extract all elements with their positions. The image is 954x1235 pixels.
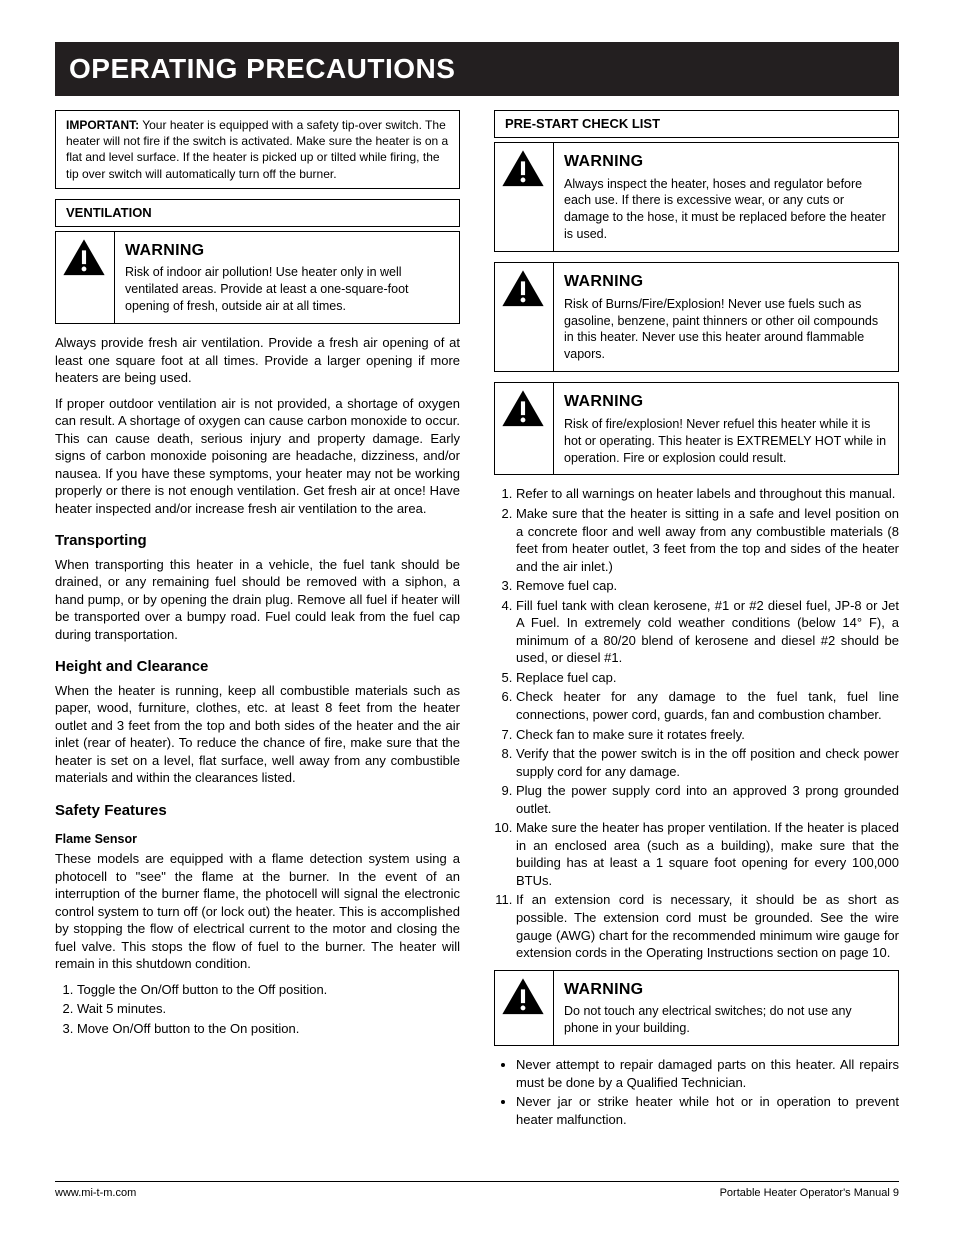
warning-body: Risk of indoor air pollution! Use heater… xyxy=(125,265,409,313)
warning-body: Always inspect the heater, hoses and reg… xyxy=(564,177,886,242)
prestart-warning-1: WARNING Always inspect the heater, hoses… xyxy=(494,142,899,252)
alert-icon xyxy=(501,977,545,1016)
prestart-warning-3: WARNING Risk of fire/explosion! Never re… xyxy=(494,382,899,475)
alert-icon xyxy=(501,389,545,428)
height-heading: Height and Clearance xyxy=(55,657,460,677)
step-item: Check fan to make sure it rotates freely… xyxy=(516,726,899,744)
warning-body: Risk of Burns/Fire/Explosion! Never use … xyxy=(564,297,878,362)
flame-steps: Toggle the On/Off button to the Off posi… xyxy=(55,981,460,1038)
bullet-item: Never attempt to repair damaged parts on… xyxy=(516,1056,899,1091)
alert-cell xyxy=(495,263,554,372)
step-item: Check heater for any damage to the fuel … xyxy=(516,688,899,723)
step-item: Refer to all warnings on heater labels a… xyxy=(516,485,899,503)
step-item: Make sure the heater has proper ventilat… xyxy=(516,819,899,889)
warning-text-cell: WARNING Do not touch any electrical swit… xyxy=(554,970,899,1045)
flame-body: These models are equipped with a flame d… xyxy=(55,850,460,973)
warning-head: WARNING xyxy=(125,240,449,262)
alert-icon xyxy=(501,269,545,308)
prestart-warning-4: WARNING Do not touch any electrical swit… xyxy=(494,970,899,1046)
safety-heading: Safety Features xyxy=(55,801,460,821)
prestart-warning-2: WARNING Risk of Burns/Fire/Explosion! Ne… xyxy=(494,262,899,372)
footer-page: Portable Heater Operator's Manual 9 xyxy=(720,1186,899,1201)
footer-url: www.mi-t-m.com xyxy=(55,1186,136,1201)
warning-head: WARNING xyxy=(564,151,888,173)
warning-head: WARNING xyxy=(564,271,888,293)
step-item: Move On/Off button to the On position. xyxy=(77,1020,460,1038)
ventilation-p1: Always provide fresh air ventilation. Pr… xyxy=(55,334,460,387)
step-item: Verify that the power switch is in the o… xyxy=(516,745,899,780)
step-item: Plug the power supply cord into an appro… xyxy=(516,782,899,817)
alert-icon xyxy=(501,149,545,188)
ventilation-warning: WARNING Risk of indoor air pollution! Us… xyxy=(55,231,460,324)
warning-text-cell: WARNING Risk of Burns/Fire/Explosion! Ne… xyxy=(554,263,899,372)
section-banner: OPERATING PRECAUTIONS xyxy=(55,42,899,96)
notice-important: IMPORTANT: Your heater is equipped with … xyxy=(55,110,460,189)
step-item: Replace fuel cap. xyxy=(516,669,899,687)
transport-body: When transporting this heater in a vehic… xyxy=(55,556,460,644)
warning-text-cell: WARNING Always inspect the heater, hoses… xyxy=(554,143,899,252)
warning-head: WARNING xyxy=(564,979,888,1001)
prestart-title: PRE-START CHECK LIST xyxy=(494,110,899,138)
alert-cell xyxy=(495,970,554,1045)
warning-body: Risk of fire/explosion! Never refuel thi… xyxy=(564,417,886,465)
step-item: Remove fuel cap. xyxy=(516,577,899,595)
step-item: If an extension cord is necessary, it sh… xyxy=(516,891,899,961)
warning-text-cell: WARNING Risk of indoor air pollution! Us… xyxy=(115,231,460,323)
height-body: When the heater is running, keep all com… xyxy=(55,682,460,787)
repair-bullets: Never attempt to repair damaged parts on… xyxy=(494,1056,899,1128)
prestart-steps: Refer to all warnings on heater labels a… xyxy=(494,485,899,961)
warning-body: Do not touch any electrical switches; do… xyxy=(564,1004,852,1035)
transport-heading: Transporting xyxy=(55,531,460,551)
ventilation-p2: If proper outdoor ventilation air is not… xyxy=(55,395,460,518)
left-column: IMPORTANT: Your heater is equipped with … xyxy=(55,110,460,1138)
flame-heading: Flame Sensor xyxy=(55,831,460,848)
alert-cell xyxy=(495,143,554,252)
alert-cell xyxy=(56,231,115,323)
alert-cell xyxy=(495,383,554,475)
bullet-item: Never jar or strike heater while hot or … xyxy=(516,1093,899,1128)
ventilation-title: VENTILATION xyxy=(55,199,460,227)
step-item: Wait 5 minutes. xyxy=(77,1000,460,1018)
page-footer: www.mi-t-m.com Portable Heater Operator'… xyxy=(55,1181,899,1201)
step-item: Toggle the On/Off button to the Off posi… xyxy=(77,981,460,999)
warning-text-cell: WARNING Risk of fire/explosion! Never re… xyxy=(554,383,899,475)
step-item: Fill fuel tank with clean kerosene, #1 o… xyxy=(516,597,899,667)
alert-icon xyxy=(62,238,106,277)
step-item: Make sure that the heater is sitting in … xyxy=(516,505,899,575)
right-column: PRE-START CHECK LIST WARNING Always insp… xyxy=(494,110,899,1138)
warning-head: WARNING xyxy=(564,391,888,413)
